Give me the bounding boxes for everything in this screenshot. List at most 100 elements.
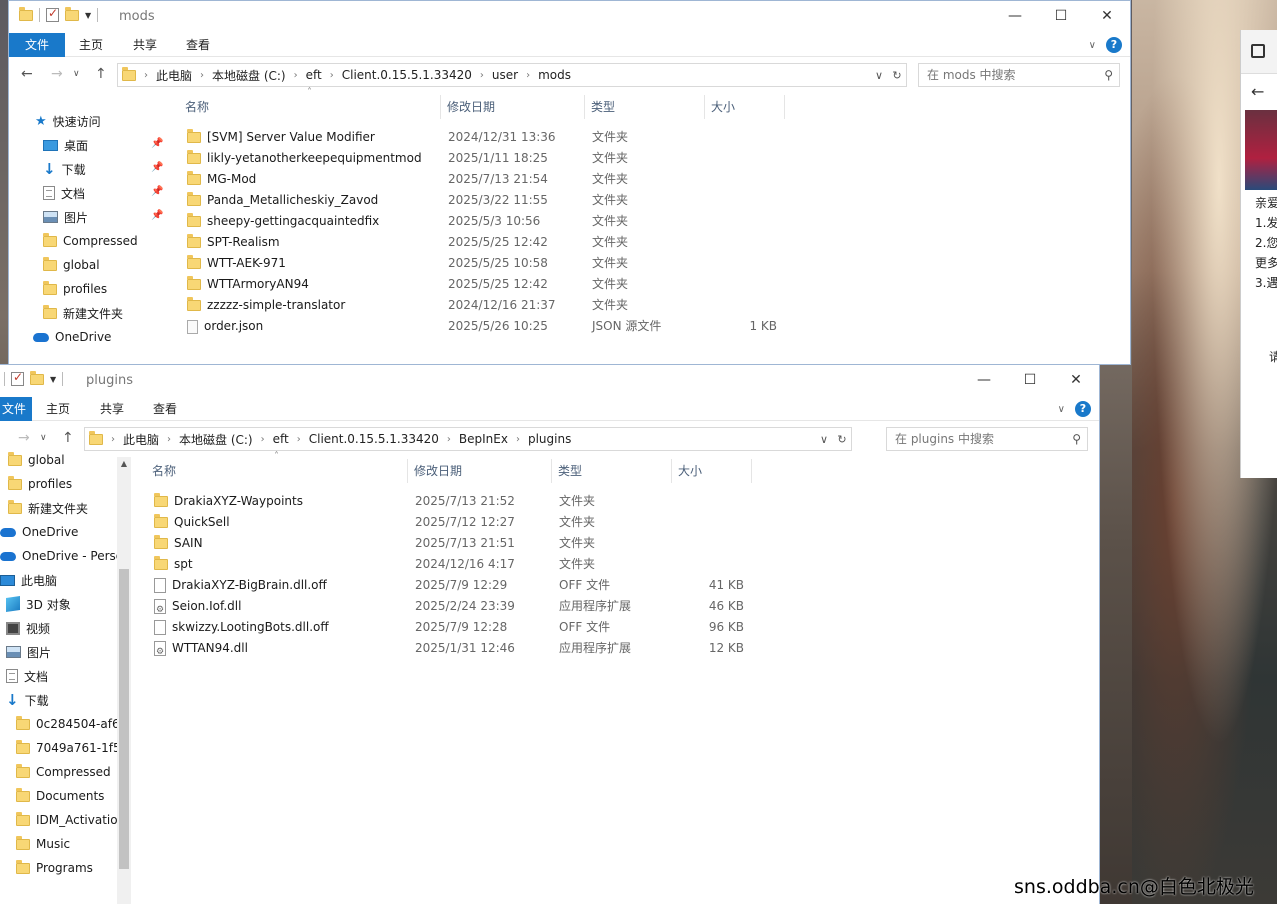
column-type[interactable]: 类型 (585, 95, 705, 119)
column-date[interactable]: 修改日期 (408, 459, 552, 483)
minimize-button[interactable]: — (992, 1, 1038, 31)
properties-icon[interactable] (46, 6, 59, 22)
nav-item[interactable]: Music (16, 833, 70, 855)
file-row[interactable]: sheepy-gettingacquaintedfix 2025/5/3 10:5… (187, 211, 807, 232)
close-button[interactable]: ✕ (1084, 1, 1130, 31)
breadcrumb-item[interactable]: Client.0.15.5.1.33420 (303, 432, 445, 446)
breadcrumb-item[interactable]: 本地磁盘 (C:) (206, 67, 292, 84)
column-name[interactable]: 名称 (179, 95, 441, 119)
expand-ribbon-icon[interactable]: ∨ (1089, 40, 1096, 51)
pin-icon[interactable]: 📌 (151, 162, 163, 173)
breadcrumb-item[interactable]: 此电脑 (117, 431, 165, 448)
nav-item[interactable]: ↓ 下载 (43, 158, 86, 180)
up-button[interactable]: ↑ (95, 66, 107, 82)
nav-item[interactable]: 3D 对象 (6, 593, 71, 615)
nav-item[interactable]: IDM_Activatio (16, 809, 118, 831)
nav-item[interactable]: 文档 (6, 665, 48, 687)
nav-item[interactable]: global (8, 449, 65, 471)
nav-item[interactable]: 7049a761-1f5 (16, 737, 121, 759)
search-box[interactable]: 在 mods 中搜索 ⚲ (918, 63, 1120, 87)
address-dropdown-icon[interactable]: ∨ (870, 69, 888, 82)
nav-item[interactable]: 新建文件夹 (43, 302, 123, 324)
nav-item[interactable]: Compressed (16, 761, 111, 783)
forward-button[interactable]: → (51, 66, 63, 82)
address-bar[interactable]: › 此电脑 › 本地磁盘 (C:) › eft › Client.0.15.5.1.3… (84, 427, 852, 451)
file-row[interactable]: WTT-AEK-971 2025/5/25 10:58 文件夹 (187, 253, 807, 274)
file-row[interactable]: order.json 2025/5/26 10:25 JSON 源文件 1 KB (187, 316, 807, 337)
file-row[interactable]: DrakiaXYZ-BigBrain.dll.off 2025/7/9 12:29… (154, 575, 774, 596)
nav-item[interactable]: 图片 (6, 641, 51, 663)
search-box[interactable]: 在 plugins 中搜索 ⚲ (886, 427, 1088, 451)
file-row[interactable]: SAIN 2025/7/13 21:51 文件夹 (154, 533, 774, 554)
column-type[interactable]: 类型 (552, 459, 672, 483)
breadcrumb-item[interactable]: eft (300, 68, 328, 82)
address-dropdown-icon[interactable]: ∨ (815, 433, 833, 446)
nav-scrollbar[interactable]: ▲ (117, 457, 131, 904)
maximize-button[interactable]: ☐ (1038, 1, 1084, 31)
nav-item[interactable]: profiles (8, 473, 72, 495)
file-row[interactable]: WTTArmoryAN94 2025/5/25 12:42 文件夹 (187, 274, 807, 295)
file-row[interactable]: likly-yetanotherkeepequipmentmod 2025/1/1… (187, 148, 807, 169)
nav-item[interactable]: profiles (43, 278, 107, 300)
refresh-icon[interactable]: ↻ (888, 69, 906, 82)
nav-item[interactable]: 视频 (6, 617, 50, 639)
file-row[interactable]: DrakiaXYZ-Waypoints 2025/7/13 21:52 文件夹 (154, 491, 774, 512)
breadcrumb-item[interactable]: eft (267, 432, 295, 446)
back-arrow-icon[interactable]: ← (1251, 82, 1264, 101)
breadcrumb-item[interactable]: BepInEx (453, 432, 514, 446)
file-row[interactable]: [SVM] Server Value Modifier 2024/12/31 13… (187, 127, 807, 148)
forward-button[interactable]: → (18, 430, 30, 446)
nav-item[interactable]: ★ 快速访问 (35, 110, 101, 132)
scrollbar-thumb[interactable] (119, 569, 129, 869)
back-button[interactable]: ← (21, 66, 33, 82)
pin-icon[interactable]: 📌 (151, 186, 163, 197)
file-row[interactable]: QuickSell 2025/7/12 12:27 文件夹 (154, 512, 774, 533)
tab-home[interactable]: 主页 (34, 397, 82, 421)
close-button[interactable]: ✕ (1053, 365, 1099, 395)
nav-item[interactable]: ↓ 下载 (6, 689, 49, 711)
customize-toolbar-icon[interactable]: ▼ (50, 375, 56, 384)
pin-icon[interactable]: 📌 (151, 210, 163, 221)
tab-view[interactable]: 查看 (174, 33, 222, 57)
customize-toolbar-icon[interactable]: ▼ (85, 11, 91, 20)
nav-item[interactable]: 文档 (43, 182, 85, 204)
help-icon[interactable]: ? (1075, 401, 1091, 417)
nav-item[interactable]: Compressed (43, 230, 138, 252)
tab-share[interactable]: 共享 (121, 33, 169, 57)
nav-item[interactable]: OneDrive (33, 326, 111, 348)
column-size[interactable]: 大小 (672, 459, 752, 483)
file-row[interactable]: SPT-Realism 2025/5/25 12:42 文件夹 (187, 232, 807, 253)
breadcrumb-item[interactable]: mods (532, 68, 577, 82)
breadcrumb-item[interactable]: 此电脑 (150, 67, 198, 84)
nav-item[interactable]: 桌面 (43, 134, 88, 156)
breadcrumb-item[interactable]: 本地磁盘 (C:) (173, 431, 259, 448)
tab-file[interactable]: 文件 (0, 397, 32, 421)
new-folder-icon[interactable] (30, 370, 44, 385)
file-row[interactable]: MG-Mod 2025/7/13 21:54 文件夹 (187, 169, 807, 190)
column-name[interactable]: 名称 (146, 459, 408, 483)
window-icon[interactable] (1251, 44, 1265, 58)
file-row[interactable]: Seion.Iof.dll 2025/2/24 23:39 应用程序扩展 46 KB (154, 596, 774, 621)
column-date[interactable]: 修改日期 (441, 95, 585, 119)
nav-item[interactable]: global (43, 254, 100, 276)
tab-file[interactable]: 文件 (9, 33, 65, 57)
file-row[interactable]: WTTAN94.dll 2025/1/31 12:46 应用程序扩展 12 KB (154, 638, 774, 663)
properties-icon[interactable] (11, 370, 24, 386)
pin-icon[interactable]: 📌 (151, 138, 163, 149)
recent-locations-icon[interactable]: ∨ (73, 69, 80, 79)
nav-item[interactable]: OneDrive (0, 521, 78, 543)
breadcrumb-item[interactable]: user (486, 68, 524, 82)
column-size[interactable]: 大小 (705, 95, 785, 119)
scroll-up-icon[interactable]: ▲ (117, 457, 131, 471)
nav-item[interactable]: OneDrive - Perso (0, 545, 123, 567)
file-row[interactable]: spt 2024/12/16 4:17 文件夹 (154, 554, 774, 575)
maximize-button[interactable]: ☐ (1007, 365, 1053, 395)
nav-item[interactable]: Documents (16, 785, 104, 807)
nav-item[interactable]: 0c284504-af6 (16, 713, 120, 735)
up-button[interactable]: ↑ (62, 430, 74, 446)
file-row[interactable]: skwizzy.LootingBots.dll.off 2025/7/9 12:2… (154, 617, 774, 638)
nav-item[interactable]: 图片 (43, 206, 88, 228)
file-row[interactable]: zzzzz-simple-translator 2024/12/16 21:37 文… (187, 295, 807, 316)
tab-view[interactable]: 查看 (141, 397, 189, 421)
tab-share[interactable]: 共享 (88, 397, 136, 421)
